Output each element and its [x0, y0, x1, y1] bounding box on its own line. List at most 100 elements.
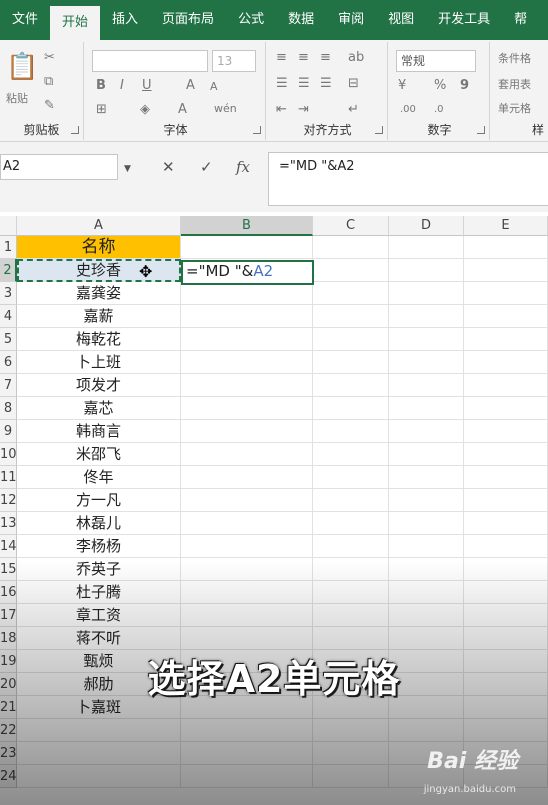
cell-a3[interactable]: 嘉龚姿	[17, 282, 181, 305]
tab-view[interactable]: 视图	[376, 0, 426, 40]
cell[interactable]	[464, 443, 548, 466]
cell[interactable]	[464, 466, 548, 489]
cell[interactable]	[389, 581, 464, 604]
cell[interactable]	[181, 236, 313, 259]
row-header-6[interactable]: 6	[0, 351, 17, 374]
cell[interactable]	[181, 351, 313, 374]
active-cell-b2[interactable]: ="MD "&A2	[181, 260, 314, 285]
paste-label[interactable]: 粘贴	[6, 90, 28, 106]
alignment-launcher-icon[interactable]	[375, 126, 383, 134]
cell[interactable]	[313, 305, 389, 328]
row-header-11[interactable]: 11	[0, 466, 17, 489]
cell[interactable]	[313, 742, 389, 765]
wrap-text-icon[interactable]: ↵	[348, 102, 359, 117]
cell[interactable]	[181, 627, 313, 650]
font-size-dropdown[interactable]: 13	[212, 50, 256, 72]
row-header-5[interactable]: 5	[0, 328, 17, 351]
conditional-format-button[interactable]: 条件格	[498, 50, 531, 66]
format-as-table-button[interactable]: 套用表	[498, 76, 531, 92]
cell[interactable]	[313, 558, 389, 581]
row-header-24[interactable]: 24	[0, 765, 17, 788]
cell[interactable]	[313, 512, 389, 535]
cell[interactable]	[389, 558, 464, 581]
cell[interactable]	[389, 489, 464, 512]
cell[interactable]	[181, 282, 313, 305]
cell-a24[interactable]	[17, 765, 181, 788]
cell-a23[interactable]	[17, 742, 181, 765]
copy-icon[interactable]: ⧉	[44, 74, 53, 89]
cell[interactable]	[313, 627, 389, 650]
cell[interactable]	[181, 420, 313, 443]
cell[interactable]	[181, 512, 313, 535]
cell-a22[interactable]	[17, 719, 181, 742]
row-header-16[interactable]: 16	[0, 581, 17, 604]
cell[interactable]	[389, 282, 464, 305]
cell[interactable]	[389, 305, 464, 328]
font-color-icon[interactable]: A	[178, 102, 187, 117]
cell[interactable]	[389, 397, 464, 420]
tab-file[interactable]: 文件	[0, 0, 50, 40]
increase-decimal-icon[interactable]: .00	[400, 104, 416, 115]
italic-icon[interactable]: I	[120, 78, 124, 93]
cell[interactable]	[181, 604, 313, 627]
tab-page-layout[interactable]: 页面布局	[150, 0, 226, 40]
cell[interactable]	[313, 420, 389, 443]
bold-icon[interactable]: B	[96, 78, 106, 93]
cell-a4[interactable]: 嘉薪	[17, 305, 181, 328]
cell[interactable]	[464, 604, 548, 627]
row-header-23[interactable]: 23	[0, 742, 17, 765]
cell[interactable]	[389, 466, 464, 489]
enter-icon[interactable]: ✓	[200, 158, 213, 176]
cell[interactable]	[313, 489, 389, 512]
cell[interactable]	[313, 351, 389, 374]
cancel-icon[interactable]: ✕	[162, 158, 175, 176]
cell-a7[interactable]: 项发才	[17, 374, 181, 397]
cell[interactable]	[313, 236, 389, 259]
column-header-a[interactable]: A	[17, 216, 181, 236]
cell[interactable]	[313, 397, 389, 420]
cell[interactable]	[464, 512, 548, 535]
cell[interactable]	[389, 719, 464, 742]
cell[interactable]	[313, 259, 389, 282]
cell[interactable]	[313, 719, 389, 742]
merge-icon[interactable]: ⊟	[348, 76, 359, 91]
cell-a16[interactable]: 杜子腾	[17, 581, 181, 604]
cell[interactable]	[464, 581, 548, 604]
cell-a1-header[interactable]: 名称	[17, 236, 181, 259]
cell[interactable]	[313, 466, 389, 489]
insert-function-icon[interactable]: fx	[236, 158, 250, 176]
cell[interactable]	[313, 443, 389, 466]
row-header-15[interactable]: 15	[0, 558, 17, 581]
font-launcher-icon[interactable]	[253, 126, 261, 134]
comma-icon[interactable]: 9	[460, 78, 469, 93]
cell-a10[interactable]: 米邵飞	[17, 443, 181, 466]
increase-indent-icon[interactable]: ⇥	[298, 102, 309, 117]
tab-insert[interactable]: 插入	[100, 0, 150, 40]
align-middle-icon[interactable]: ≡	[298, 50, 309, 65]
name-box-dropdown-icon[interactable]: ▼	[124, 164, 131, 174]
cell-a6[interactable]: 卜上班	[17, 351, 181, 374]
column-header-e[interactable]: E	[464, 216, 548, 236]
row-header-14[interactable]: 14	[0, 535, 17, 558]
cell-a15[interactable]: 乔英子	[17, 558, 181, 581]
align-right-icon[interactable]: ☰	[320, 76, 332, 91]
align-bottom-icon[interactable]: ≡	[320, 50, 331, 65]
cell[interactable]	[464, 535, 548, 558]
row-header-9[interactable]: 9	[0, 420, 17, 443]
select-all-corner[interactable]	[0, 216, 17, 236]
column-header-b[interactable]: B	[181, 216, 313, 236]
cell[interactable]	[181, 397, 313, 420]
tab-help[interactable]: 帮	[502, 0, 539, 40]
align-top-icon[interactable]: ≡	[276, 50, 287, 65]
cell-a8[interactable]: 嘉芯	[17, 397, 181, 420]
cell[interactable]	[313, 604, 389, 627]
cell[interactable]	[181, 719, 313, 742]
cell-a14[interactable]: 李杨杨	[17, 535, 181, 558]
cell[interactable]	[389, 351, 464, 374]
cell-styles-button[interactable]: 单元格	[498, 100, 531, 116]
phonetic-icon[interactable]: wén	[214, 102, 237, 115]
cell[interactable]	[181, 443, 313, 466]
cell[interactable]	[181, 305, 313, 328]
cell[interactable]	[313, 374, 389, 397]
cell-a5[interactable]: 梅乾花	[17, 328, 181, 351]
